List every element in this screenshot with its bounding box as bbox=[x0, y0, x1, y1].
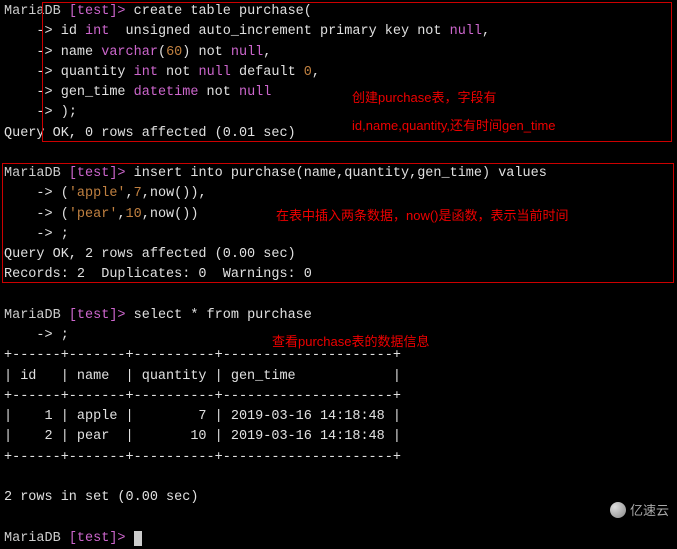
term-line: MariaDB [test]> insert into purchase(nam… bbox=[4, 164, 673, 184]
term-line: MariaDB [test]> create table purchase( bbox=[4, 2, 673, 22]
term-line: -> ); bbox=[4, 103, 673, 123]
table-rule: +------+-------+----------+-------------… bbox=[4, 346, 673, 366]
query-result: Query OK, 0 rows affected (0.01 sec) bbox=[4, 124, 673, 144]
cursor-icon bbox=[134, 531, 142, 546]
term-line: -> ; bbox=[4, 225, 673, 245]
term-line: -> ('pear',10,now()) bbox=[4, 205, 673, 225]
query-result: Query OK, 2 rows affected (0.00 sec) bbox=[4, 245, 673, 265]
table-rule: +------+-------+----------+-------------… bbox=[4, 387, 673, 407]
term-line: -> ('apple',7,now()), bbox=[4, 184, 673, 204]
term-line: -> id int unsigned auto_increment primar… bbox=[4, 22, 673, 42]
table-header: | id | name | quantity | gen_time | bbox=[4, 367, 673, 387]
table-row: | 2 | pear | 10 | 2019-03-16 14:18:48 | bbox=[4, 427, 673, 447]
prompt-db: MariaDB bbox=[4, 4, 61, 19]
query-result: 2 rows in set (0.00 sec) bbox=[4, 488, 673, 508]
term-line: MariaDB [test]> select * from purchase bbox=[4, 306, 673, 326]
prompt-path: [test]> bbox=[69, 4, 126, 19]
table-row: | 1 | apple | 7 | 2019-03-16 14:18:48 | bbox=[4, 407, 673, 427]
term-line: -> gen_time datetime not null bbox=[4, 83, 673, 103]
watermark: 亿速云 bbox=[610, 501, 669, 521]
term-line: -> ; bbox=[4, 326, 673, 346]
watermark-text: 亿速云 bbox=[630, 501, 669, 521]
table-rule: +------+-------+----------+-------------… bbox=[4, 448, 673, 468]
prompt-line[interactable]: MariaDB [test]> bbox=[4, 529, 673, 549]
term-line: -> name varchar(60) not null, bbox=[4, 43, 673, 63]
sql-text: create table purchase( bbox=[126, 4, 312, 19]
query-result: Records: 2 Duplicates: 0 Warnings: 0 bbox=[4, 265, 673, 285]
term-line: -> quantity int not null default 0, bbox=[4, 63, 673, 83]
watermark-logo-icon bbox=[610, 502, 626, 518]
